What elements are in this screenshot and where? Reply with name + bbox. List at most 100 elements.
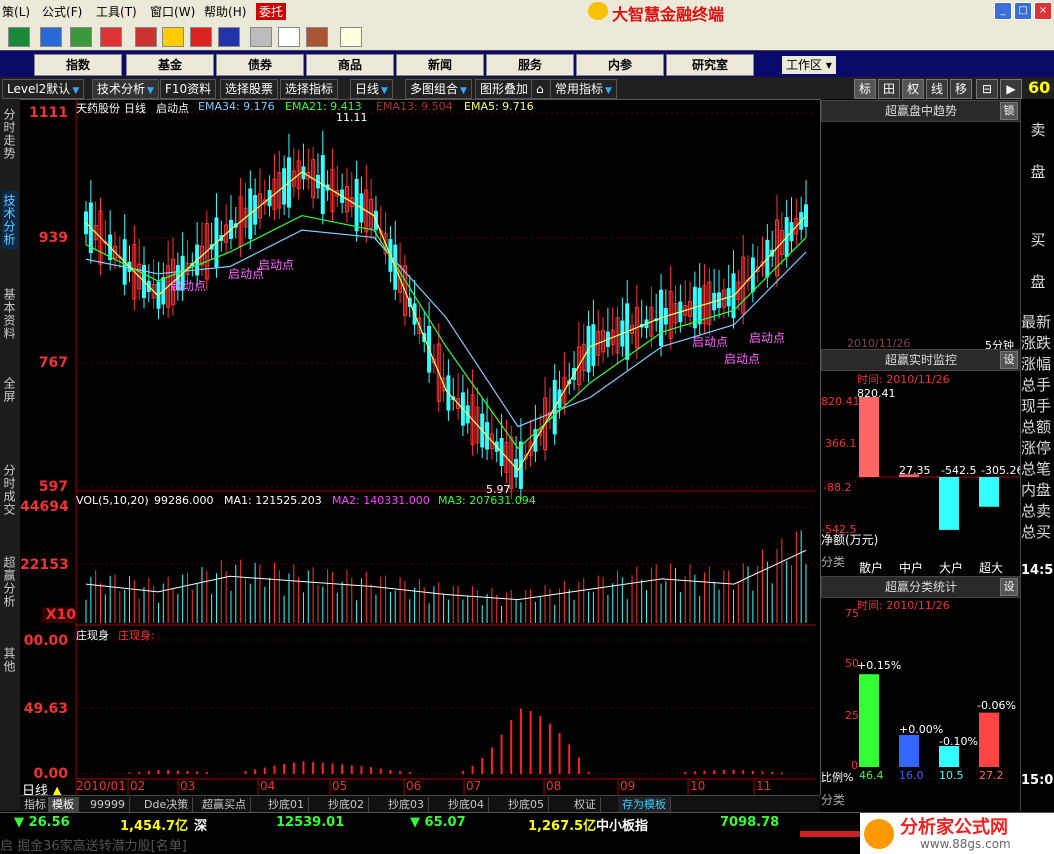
ltab-basic[interactable]: 基本资料 (2, 285, 18, 343)
ltab-super-analysis[interactable]: 超赢分析 (2, 553, 18, 611)
stats-change: +0.15% (857, 659, 902, 672)
people-icon[interactable] (70, 27, 92, 47)
menu-window[interactable]: 窗口(W) (150, 3, 195, 20)
sh-amount: 1,454.7亿 (120, 819, 189, 834)
settings-button[interactable]: 设 (1000, 578, 1018, 596)
workarea-menu[interactable]: 工作区 ▾ (782, 56, 836, 74)
lock-icon[interactable]: ⌂ (531, 79, 551, 99)
btab-99999[interactable]: 99999 (86, 797, 130, 812)
tab-overlay[interactable]: 图形叠加 (475, 79, 534, 99)
diamond-icon[interactable] (162, 27, 184, 47)
link-icon[interactable] (190, 27, 212, 47)
tab-f10[interactable]: F10资料 (160, 79, 217, 99)
nav-service[interactable]: 服务 (486, 54, 574, 76)
nav-bond[interactable]: 债券 (216, 54, 304, 76)
price-tick: 939 (38, 230, 68, 246)
quote-label: 涨停 (1021, 439, 1052, 457)
tab-rights[interactable]: 权 (902, 79, 924, 99)
quote-label: 内盘 (1021, 481, 1052, 499)
btab-bottom02[interactable]: 抄底02 (324, 797, 369, 812)
ticker-news[interactable]: 启 掘金36家高送转潜力股[名单] (0, 835, 187, 854)
ltab-intraday[interactable]: 分时走势 (2, 105, 18, 163)
ema34-label: EMA34: 9.176 (198, 100, 275, 113)
tab-multi-chart[interactable]: 多图组合 ▼ (405, 79, 472, 99)
close-icon[interactable]: × (1034, 2, 1052, 20)
tab-move[interactable]: 移 (950, 79, 972, 99)
btab-bottom03[interactable]: 抄底03 (384, 797, 429, 812)
settings-button[interactable]: 设 (1000, 351, 1018, 369)
nav-news[interactable]: 新闻 (396, 54, 484, 76)
btab-template[interactable]: 模板 (48, 797, 79, 812)
class-super[interactable]: 超大 (979, 559, 1003, 576)
tab-mark[interactable]: 标 (854, 79, 876, 99)
print-icon[interactable] (250, 27, 272, 47)
stats-tick: 25 (845, 709, 859, 722)
nav-commodity[interactable]: 商品 (306, 54, 394, 76)
tab-tech-analysis[interactable]: 技术分析 ▼ (92, 79, 159, 99)
dropdown-icon: ▼ (381, 86, 388, 96)
class-retail[interactable]: 散户 (859, 559, 883, 576)
quote-icon[interactable] (8, 27, 30, 47)
btab-bottom04[interactable]: 抄底04 (444, 797, 489, 812)
tab-line[interactable]: 线 (926, 79, 948, 99)
nav-insider[interactable]: 内参 (576, 54, 664, 76)
collapse-icon[interactable]: ⊟ (976, 79, 998, 99)
btab-bottom05[interactable]: 抄底05 (504, 797, 549, 812)
btab-super-buy[interactable]: 超赢买点 (198, 797, 251, 812)
ltab-intraday-trade[interactable]: 分时成交 (2, 461, 18, 519)
layout-icon[interactable] (278, 27, 300, 47)
class-label: 分类 (821, 555, 846, 569)
ma2-label: MA2: 140331.000 (332, 494, 430, 507)
btab-save-template[interactable]: 存为模板 (618, 797, 671, 812)
net-label: 净额(万元) (821, 533, 879, 547)
tab-select-stock[interactable]: 选择股票 (220, 79, 279, 99)
status-bar: ▼ 26.56 1,454.7亿 深 12539.01 ▼ 65.07 1,26… (0, 812, 1054, 854)
nav-index[interactable]: 指数 (34, 54, 122, 76)
tab-grid[interactable]: 田 (878, 79, 900, 99)
tab-select-indicator[interactable]: 选择指标 (280, 79, 339, 99)
play-icon[interactable]: ▶ (1000, 79, 1022, 99)
btab-indicator[interactable]: 指标 (20, 797, 51, 812)
sell-label2: 盘 (1030, 163, 1046, 181)
nav-fund[interactable]: 基金 (126, 54, 214, 76)
menu-formula[interactable]: 公式(F) (42, 3, 82, 20)
class-large[interactable]: 大户 (939, 559, 963, 576)
help-cursor-icon[interactable] (340, 27, 362, 47)
x-tick: 03 (180, 779, 196, 793)
main-chart[interactable]: 天药股份 日线 启动点 EMA34: 9.176 EMA21: 9.413 EM… (20, 99, 820, 799)
minimize-icon[interactable]: _ (994, 2, 1012, 20)
stats-bar (979, 712, 999, 767)
stats-chart (859, 674, 999, 767)
monitor-header: 超赢实时监控设 (821, 349, 1021, 371)
menu-tools[interactable]: 工具(T) (96, 3, 137, 20)
chart-icon[interactable] (40, 27, 62, 47)
x-tick: 10 (690, 779, 706, 793)
delegate-button[interactable]: 委托 (256, 3, 287, 20)
btab-dde[interactable]: Dde决策 (140, 797, 194, 812)
tab-common-indicator[interactable]: 常用指标 ▼ (550, 79, 617, 99)
nav-research[interactable]: 研究室 (666, 54, 754, 76)
ltab-fullscreen[interactable]: 全屏 (2, 375, 18, 405)
lock-button[interactable]: 锁 (1000, 102, 1018, 120)
globe-icon[interactable] (218, 27, 240, 47)
stats-header: 超赢分类统计设 (821, 576, 1021, 598)
class-medium[interactable]: 中户 (899, 559, 923, 576)
monitor-tick: 820.41 (821, 395, 860, 408)
vol-tick: 44694 (20, 499, 69, 515)
ltab-tech[interactable]: 技术分析 (2, 191, 18, 249)
maximize-icon[interactable]: □ (1014, 2, 1032, 20)
ltab-other[interactable]: 其他 (2, 645, 18, 675)
tab-level2[interactable]: Level2默认 ▼ (2, 79, 85, 99)
btab-bottom01[interactable]: 抄底01 (264, 797, 309, 812)
tools-icon[interactable] (100, 27, 122, 47)
tab-daily[interactable]: 日线 ▼ (350, 79, 393, 99)
btab-warrant[interactable]: 权证 (570, 797, 601, 812)
ratio-value: 16.0 (899, 769, 924, 782)
buy-label: 买 (1030, 231, 1046, 249)
flag-icon[interactable] (135, 27, 157, 47)
books-icon[interactable] (306, 27, 328, 47)
menu-strategy[interactable]: 策(L) (2, 3, 30, 20)
quote-label: 涨幅 (1021, 355, 1052, 373)
menu-help[interactable]: 帮助(H) (204, 3, 246, 20)
quote-label: 最新 (1021, 313, 1052, 331)
